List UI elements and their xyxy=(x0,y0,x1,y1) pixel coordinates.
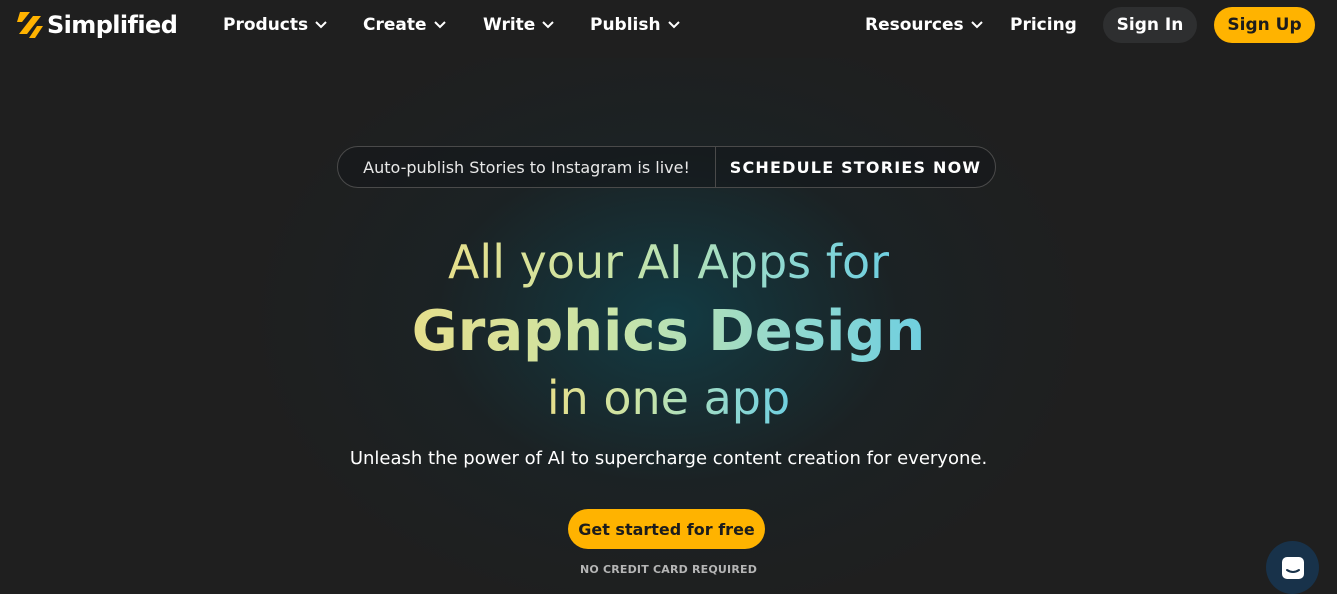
nav-create[interactable]: Create xyxy=(363,14,446,36)
nav-create-label: Create xyxy=(363,15,427,35)
nav-products[interactable]: Products xyxy=(223,14,327,36)
brand-logo[interactable]: Simplified xyxy=(17,9,178,41)
chevron-down-icon xyxy=(433,21,446,29)
hero-heading-line-2: Graphics Design xyxy=(0,297,1337,367)
hero-heading-line-3-text: in one app xyxy=(547,368,790,428)
chevron-down-icon xyxy=(315,21,327,29)
hero-heading-line-3: in one app xyxy=(0,368,1337,428)
sign-up-button[interactable]: Sign Up xyxy=(1214,7,1315,43)
nav-publish[interactable]: Publish xyxy=(590,14,680,36)
nav-write[interactable]: Write xyxy=(483,14,555,36)
brand-name: Simplified xyxy=(47,11,178,39)
sign-in-button[interactable]: Sign In xyxy=(1103,7,1197,43)
simplified-logo-icon xyxy=(17,12,43,38)
nav-publish-label: Publish xyxy=(590,15,661,35)
hero-subtitle: Unleash the power of AI to supercharge c… xyxy=(349,448,988,469)
chevron-down-icon xyxy=(970,21,983,29)
announcement-text: Auto-publish Stories to Instagram is liv… xyxy=(363,157,690,177)
nav-resources-label: Resources xyxy=(865,15,964,35)
chevron-down-icon xyxy=(542,21,555,29)
chevron-down-icon xyxy=(667,21,680,29)
nav-products-label: Products xyxy=(223,15,309,35)
nav-pricing[interactable]: Pricing xyxy=(1010,14,1077,36)
no-credit-card-note: NO CREDIT CARD REQUIRED xyxy=(579,563,758,576)
nav-resources[interactable]: Resources xyxy=(865,14,983,36)
chat-icon xyxy=(1281,556,1304,579)
get-started-button[interactable]: Get started for free xyxy=(568,509,765,549)
hero-heading-line-1-text: All your AI Apps for xyxy=(448,232,889,292)
chat-launcher-button[interactable] xyxy=(1266,541,1319,594)
nav-pricing-label: Pricing xyxy=(1010,15,1077,35)
top-navigation: Simplified Products Create Write Publish… xyxy=(0,0,1337,50)
hero-heading-line-1: All your AI Apps for xyxy=(0,232,1337,292)
nav-write-label: Write xyxy=(483,15,536,35)
announcement-banner: Auto-publish Stories to Instagram is liv… xyxy=(337,146,996,188)
schedule-stories-link[interactable]: SCHEDULE STORIES NOW xyxy=(716,158,995,177)
hero-heading-line-2-text: Graphics Design xyxy=(412,297,926,367)
